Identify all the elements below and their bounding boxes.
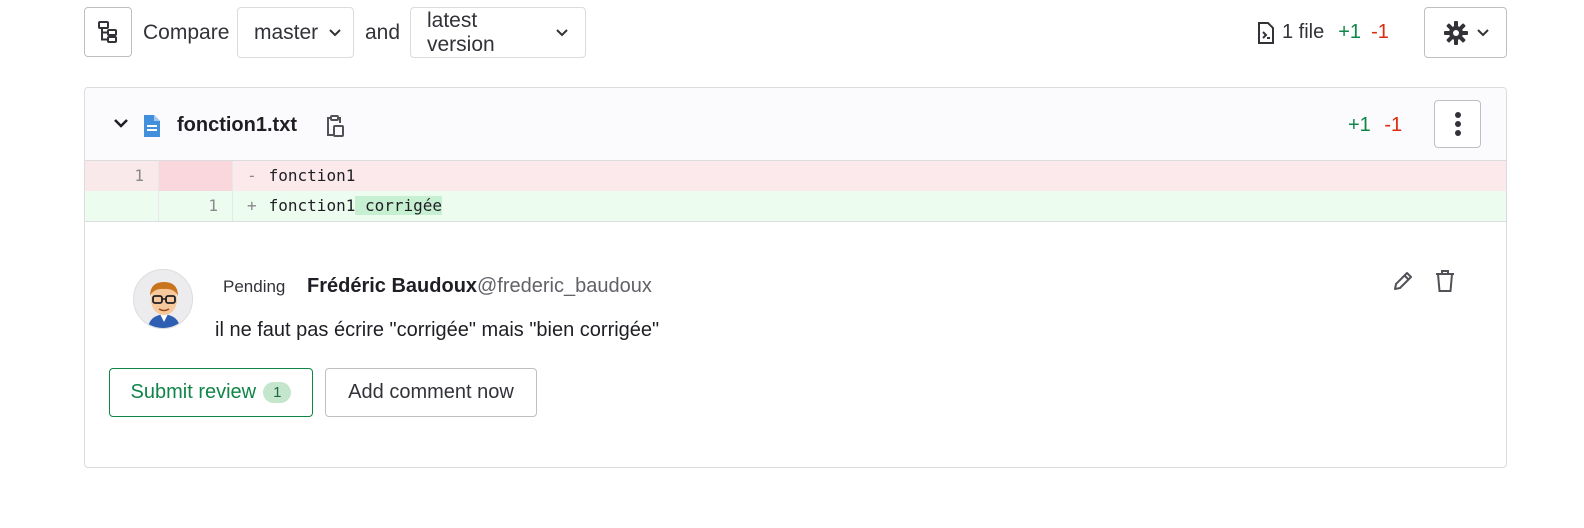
comment-body: il ne faut pas écrire "corrigée" mais "b… [215, 319, 660, 341]
file-options-button[interactable] [1434, 100, 1481, 148]
diff-code: - fonction1 [233, 161, 355, 191]
removed-text: fonction1 [268, 166, 356, 185]
chevron-down-icon [1476, 28, 1489, 36]
comment-author-username[interactable]: @frederic_baudoux [477, 272, 652, 300]
submit-review-label: Submit review [130, 381, 257, 403]
gear-icon [1443, 20, 1468, 45]
added-text-highlight: corrigée [355, 196, 443, 215]
file-diff-icon [1258, 21, 1274, 44]
submit-review-button[interactable]: Submit review 1 [109, 368, 313, 417]
add-comment-now-button[interactable]: Add comment now [325, 368, 537, 417]
added-text-unchanged: fonction1 [268, 196, 356, 215]
diff-stats: 1 file +1 -1 [1256, 7, 1389, 58]
file-header: fonction1.txt +1 -1 [85, 88, 1506, 161]
file-count: 1 file [1282, 21, 1325, 43]
file-deletions-count: -1 [1384, 114, 1403, 136]
added-sign: + [247, 196, 257, 215]
avatar[interactable] [133, 269, 193, 329]
diff-settings-button[interactable] [1424, 7, 1507, 58]
source-branch-label: master [254, 20, 319, 44]
kebab-menu-icon [1454, 112, 1461, 136]
old-line-number[interactable] [85, 191, 159, 221]
deletions-count: -1 [1371, 21, 1389, 43]
pending-status: Pending [223, 277, 286, 296]
file-name[interactable]: fonction1.txt [177, 110, 297, 140]
diff-line-removed: 1 - fonction1 [85, 161, 1506, 191]
diff-file-card: fonction1.txt +1 -1 1 - fonction1 1 + fo… [84, 87, 1507, 468]
comment-author-name[interactable]: Frédéric Baudoux [307, 272, 477, 300]
file-tree-icon [98, 21, 117, 43]
old-line-number[interactable]: 1 [85, 161, 159, 191]
compare-toolbar: Compare master and latest version 1 file… [84, 7, 1507, 58]
target-version-dropdown[interactable]: latest version [410, 7, 586, 58]
diff-code: + fonction1 corrigée [233, 191, 443, 221]
text-file-icon [142, 114, 162, 143]
removed-sign: - [247, 166, 257, 185]
copy-to-clipboard-icon[interactable] [325, 114, 345, 143]
new-line-number[interactable] [159, 161, 233, 191]
diff-line-added: 1 + fonction1 corrigée [85, 191, 1506, 222]
file-diff-stats: +1 -1 [1348, 110, 1402, 140]
additions-count: +1 [1338, 21, 1362, 43]
source-branch-dropdown[interactable]: master [237, 7, 354, 58]
and-label: and [365, 21, 401, 44]
compare-label: Compare [143, 21, 230, 44]
edit-comment-icon[interactable] [1391, 269, 1415, 298]
chevron-down-icon [328, 28, 342, 38]
file-additions-count: +1 [1348, 114, 1371, 136]
diff-table: 1 - fonction1 1 + fonction1 corrigée [85, 161, 1506, 222]
pending-comments-badge: 1 [263, 382, 292, 403]
delete-comment-icon[interactable] [1433, 268, 1457, 299]
chevron-down-icon[interactable] [113, 117, 129, 135]
chevron-down-icon [555, 28, 569, 38]
new-line-number[interactable]: 1 [159, 191, 233, 221]
target-version-label: latest version [427, 8, 495, 56]
add-comment-now-label: Add comment now [348, 381, 514, 403]
toggle-file-tree-button[interactable] [84, 7, 132, 57]
